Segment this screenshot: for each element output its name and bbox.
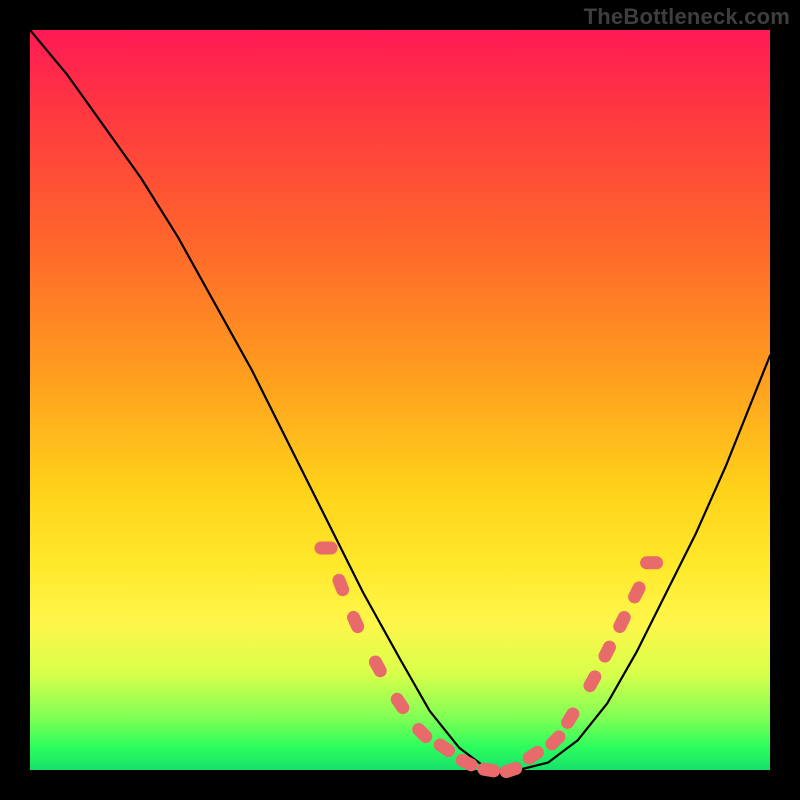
curve-marker (582, 669, 603, 694)
curve-marker (477, 762, 501, 777)
bottleneck-curve (30, 30, 770, 770)
curve-marker (331, 573, 350, 598)
curve-marker (410, 721, 434, 745)
curve-marker (454, 752, 479, 773)
watermark-text: TheBottleneck.com (584, 4, 790, 30)
curve-marker (559, 706, 581, 731)
curve-marker (641, 557, 663, 569)
curve-marker (315, 542, 337, 554)
curve-marker (612, 609, 633, 634)
curve-marker (521, 744, 546, 766)
curve-marker (389, 691, 411, 716)
curve-marker (346, 610, 366, 635)
curve-markers (315, 542, 663, 779)
curve-marker (499, 761, 524, 779)
curve-marker (597, 639, 618, 664)
curve-marker (627, 580, 648, 605)
chart-frame: TheBottleneck.com (0, 0, 800, 800)
curve-marker (543, 728, 567, 752)
plot-area (30, 30, 770, 770)
curve-marker (367, 654, 388, 679)
curve-path (30, 30, 770, 770)
